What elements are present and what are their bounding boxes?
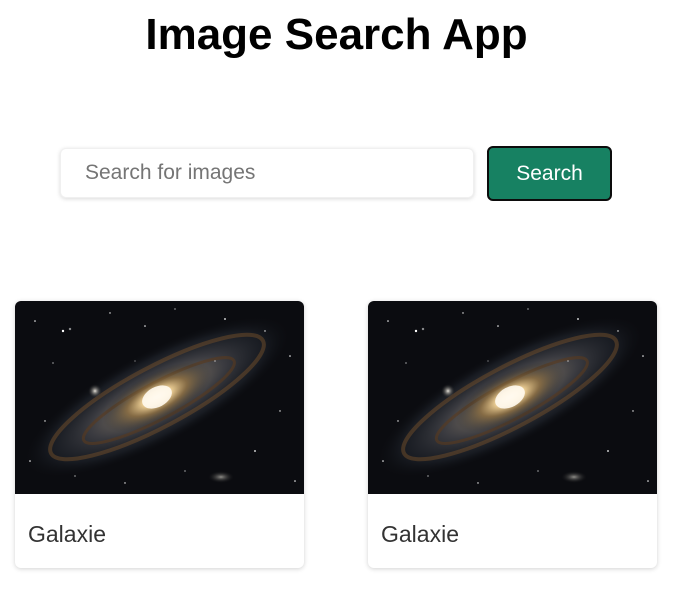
image-caption: Galaxie bbox=[381, 521, 459, 547]
search-bar: Search bbox=[60, 146, 612, 201]
image-card[interactable]: Galaxie bbox=[15, 301, 304, 568]
image-caption: Galaxie bbox=[28, 521, 106, 547]
search-button[interactable]: Search bbox=[487, 146, 612, 201]
page-title: Image Search App bbox=[145, 10, 528, 59]
search-input[interactable] bbox=[60, 148, 474, 198]
image-card[interactable]: Galaxie bbox=[368, 301, 657, 568]
galaxy-image bbox=[15, 301, 304, 494]
galaxy-image bbox=[368, 301, 657, 494]
